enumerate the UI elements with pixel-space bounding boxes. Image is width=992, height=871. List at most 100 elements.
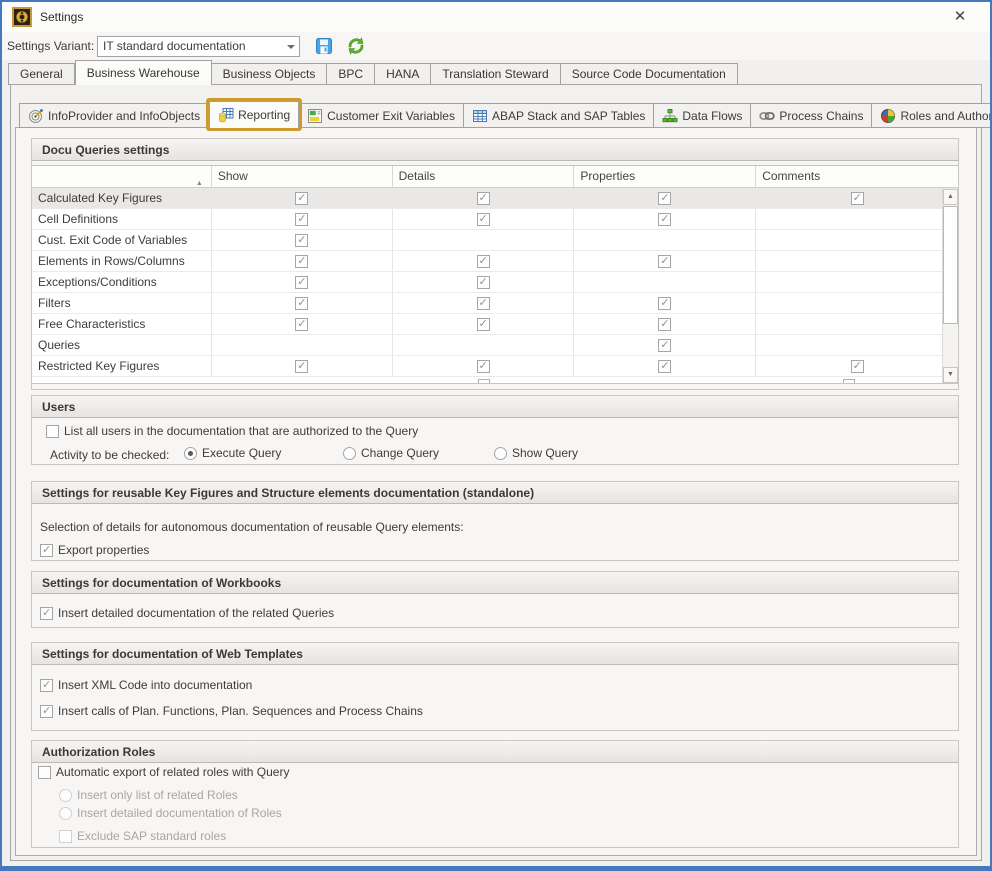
section-title: Settings for documentation of Web Templa… xyxy=(32,643,958,665)
details-checkbox[interactable] xyxy=(477,213,490,226)
properties-checkbox[interactable] xyxy=(658,339,671,352)
partial-row xyxy=(32,377,958,383)
abap-editor-icon xyxy=(307,108,323,124)
subtab-label: Process Chains xyxy=(779,109,863,123)
scrollbar-thumb[interactable] xyxy=(943,206,958,324)
auto-export-roles-checkbox[interactable] xyxy=(38,766,51,779)
table-row-exceptions-conditions[interactable]: Exceptions/Conditions xyxy=(32,272,958,293)
table-row-elements-in-rows-columns[interactable]: Elements in Rows/Columns xyxy=(32,251,958,272)
tab-hana[interactable]: HANA xyxy=(375,63,431,85)
subtab-reporting[interactable]: Reporting xyxy=(209,101,299,128)
section-title: Settings for reusable Key Figures and St… xyxy=(32,482,958,504)
tab-source-code-documentation[interactable]: Source Code Documentation xyxy=(561,63,738,85)
subtab-customer-exit-variables[interactable]: Customer Exit Variables xyxy=(299,103,464,128)
details-checkbox[interactable] xyxy=(477,297,490,310)
table-row-free-characteristics[interactable]: Free Characteristics xyxy=(32,314,958,335)
tab-translation-steward[interactable]: Translation Steward xyxy=(431,63,560,85)
properties-checkbox[interactable] xyxy=(658,192,671,205)
details-checkbox[interactable] xyxy=(477,276,490,289)
show-checkbox[interactable] xyxy=(295,213,308,226)
properties-checkbox[interactable] xyxy=(658,360,671,373)
column-header-details[interactable]: Details xyxy=(393,166,575,187)
column-header-properties[interactable]: Properties xyxy=(574,166,756,187)
close-icon[interactable]: ✕ xyxy=(946,2,974,32)
tab-business-warehouse[interactable]: Business Warehouse xyxy=(75,60,212,85)
authorization-roles-section: Authorization Roles Automatic export of … xyxy=(31,740,959,848)
subtab-roles-and-authorizations[interactable]: Roles and Authorizations xyxy=(872,103,992,128)
row-name: Cust. Exit Code of Variables xyxy=(32,230,212,250)
refresh-icon[interactable] xyxy=(347,37,365,55)
insert-xml-code-label: Insert XML Code into documentation xyxy=(58,678,252,692)
reporting-panel: Docu Queries settings ▲ ShowDetailsPrope… xyxy=(15,127,977,856)
details-checkbox[interactable] xyxy=(477,255,490,268)
tab-business-objects[interactable]: Business Objects xyxy=(212,63,328,85)
tab-general[interactable]: General xyxy=(8,63,75,85)
table-row-cust-exit-code-of-variables[interactable]: Cust. Exit Code of Variables xyxy=(32,230,958,251)
table-row-restricted-key-figures[interactable]: Restricted Key Figures xyxy=(32,356,958,377)
details-checkbox[interactable] xyxy=(477,192,490,205)
row-name: Queries xyxy=(32,335,212,355)
subtab-data-flows[interactable]: Data Flows xyxy=(654,103,751,128)
activity-row: Activity to be checked: Execute QueryCha… xyxy=(32,446,958,466)
properties-checkbox[interactable] xyxy=(658,318,671,331)
table-row-calculated-key-figures[interactable]: Calculated Key Figures xyxy=(32,188,958,209)
web-templates-section: Settings for documentation of Web Templa… xyxy=(31,642,959,731)
subtab-label: Customer Exit Variables xyxy=(327,109,455,123)
properties-checkbox[interactable] xyxy=(658,255,671,268)
insert-related-queries-checkbox[interactable] xyxy=(40,607,53,620)
show-checkbox[interactable] xyxy=(295,318,308,331)
show-checkbox[interactable] xyxy=(295,255,308,268)
column-header-comments[interactable]: Comments xyxy=(756,166,941,187)
comments-checkbox[interactable] xyxy=(851,360,864,373)
cell-comments xyxy=(756,272,958,292)
chevron-down-icon[interactable] xyxy=(282,37,299,56)
cell-comments xyxy=(756,209,958,229)
show-query-radio[interactable] xyxy=(494,447,507,460)
cell-properties xyxy=(574,188,756,208)
table-row-queries[interactable]: Queries xyxy=(32,335,958,356)
cell-details xyxy=(393,314,575,334)
show-checkbox[interactable] xyxy=(295,297,308,310)
cell-show xyxy=(212,209,393,229)
show-checkbox[interactable] xyxy=(295,360,308,373)
insert-plan-calls-checkbox[interactable] xyxy=(40,705,53,718)
table-header-row: ▲ ShowDetailsPropertiesComments xyxy=(32,166,958,188)
details-checkbox[interactable] xyxy=(477,360,490,373)
show-checkbox[interactable] xyxy=(295,276,308,289)
exclude-sap-roles-label: Exclude SAP standard roles xyxy=(77,829,226,843)
scroll-down-icon[interactable]: ▼ xyxy=(943,367,958,383)
main-tab-strip: GeneralBusiness WarehouseBusiness Object… xyxy=(8,60,984,85)
insert-xml-code-checkbox[interactable] xyxy=(40,679,53,692)
export-properties-checkbox[interactable] xyxy=(40,544,53,557)
list-all-users-checkbox[interactable] xyxy=(46,425,59,438)
tab-bpc[interactable]: BPC xyxy=(327,63,375,85)
subtab-label: Reporting xyxy=(238,108,290,122)
table-row-cell-definitions[interactable]: Cell Definitions xyxy=(32,209,958,230)
column-header-name[interactable]: ▲ xyxy=(32,166,212,187)
show-checkbox[interactable] xyxy=(295,234,308,247)
row-name: Free Characteristics xyxy=(32,314,212,334)
execute-query-radio[interactable] xyxy=(184,447,197,460)
table-row-filters[interactable]: Filters xyxy=(32,293,958,314)
show-checkbox[interactable] xyxy=(295,192,308,205)
scroll-up-icon[interactable]: ▲ xyxy=(943,189,958,205)
vertical-scrollbar[interactable]: ▲ ▼ xyxy=(942,189,958,383)
change-query-radio[interactable] xyxy=(343,447,356,460)
column-header-show[interactable]: Show xyxy=(212,166,393,187)
properties-checkbox[interactable] xyxy=(658,297,671,310)
save-icon[interactable] xyxy=(315,37,333,55)
cell-details xyxy=(393,188,575,208)
subtab-label: Roles and Authorizations xyxy=(900,109,992,123)
properties-checkbox[interactable] xyxy=(658,213,671,226)
header-corner xyxy=(941,166,958,187)
section-title: Settings for documentation of Workbooks xyxy=(32,572,958,594)
subtab-label: ABAP Stack and SAP Tables xyxy=(492,109,645,123)
details-checkbox[interactable] xyxy=(477,318,490,331)
subtab-process-chains[interactable]: Process Chains xyxy=(751,103,872,128)
settings-variant-combobox[interactable]: IT standard documentation xyxy=(97,36,300,57)
comments-checkbox[interactable] xyxy=(851,192,864,205)
export-properties-row: Export properties xyxy=(40,543,958,557)
business-warehouse-panel: InfoProvider and InfoObjects Reporting Cus… xyxy=(10,84,982,861)
subtab-abap-stack-and-sap-tables[interactable]: ABAP Stack and SAP Tables xyxy=(464,103,654,128)
subtab-infoprovider-and-infoobjects[interactable]: InfoProvider and InfoObjects xyxy=(19,103,209,128)
